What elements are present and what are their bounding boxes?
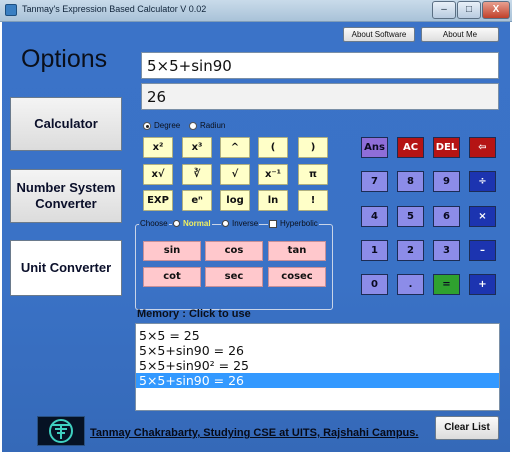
radian-label: Radiun (200, 121, 226, 130)
radian-radio[interactable]: Radiun (189, 121, 225, 130)
ln-button[interactable]: ln (258, 190, 288, 211)
memory-item[interactable]: 5×5 = 25 (136, 328, 499, 343)
digit-4-button[interactable]: 4 (361, 206, 388, 227)
degree-radio[interactable]: Degree (143, 121, 180, 130)
degree-label: Degree (154, 121, 181, 130)
normal-label: Normal (183, 219, 211, 228)
logo-emblem-icon (49, 419, 73, 443)
hyperbolic-label: Hyperbolic (280, 219, 318, 228)
about-software-button[interactable]: About Software (343, 27, 415, 42)
cube-button[interactable]: x³ (182, 137, 212, 158)
inverse-label: Inverse (232, 219, 259, 228)
hyperbolic-checkbox[interactable]: Hyperbolic (268, 219, 319, 228)
ans-button[interactable]: Ans (361, 137, 388, 158)
title-bar: Tanmay's Expression Based Calculator V 0… (0, 0, 512, 22)
square-button[interactable]: x² (143, 137, 173, 158)
digit-5-button[interactable]: 5 (397, 206, 424, 227)
close-button[interactable]: X (482, 1, 510, 19)
sidebar-item-unit-converter[interactable]: Unit Converter (10, 240, 122, 296)
normal-radio[interactable]: Normal (172, 219, 212, 228)
decimal-button[interactable]: . (397, 274, 424, 295)
cube-root-button[interactable]: ∛ (182, 164, 212, 185)
expression-input[interactable]: 5×5+sin90 (141, 52, 499, 79)
digit-8-button[interactable]: 8 (397, 171, 424, 192)
digit-3-button[interactable]: 3 (433, 240, 460, 261)
memory-label: Memory : Click to use (137, 308, 251, 320)
log-button[interactable]: log (220, 190, 250, 211)
open-paren-button[interactable]: ( (258, 137, 288, 158)
tan-button[interactable]: tan (268, 241, 326, 261)
clear-list-button[interactable]: Clear List (435, 416, 499, 440)
result-display: 26 (141, 83, 499, 110)
digit-2-button[interactable]: 2 (397, 240, 424, 261)
sin-button[interactable]: sin (143, 241, 201, 261)
sec-button[interactable]: sec (205, 267, 263, 287)
author-credit-link[interactable]: Tanmay Chakrabarty, Studying CSE at UITS… (90, 427, 418, 439)
radio-unselected-icon (222, 220, 229, 227)
sidebar-item-number-system-converter[interactable]: Number System Converter (10, 169, 122, 223)
radio-selected-icon (173, 220, 180, 227)
app-icon (5, 4, 17, 16)
multiply-button[interactable]: × (469, 206, 496, 227)
choose-text: Choose (140, 219, 168, 228)
nth-root-button[interactable]: x√ (143, 164, 173, 185)
power-button[interactable]: ^ (220, 137, 250, 158)
maximize-button[interactable]: □ (457, 1, 481, 19)
memory-item[interactable]: 5×5+sin90² = 25 (136, 358, 499, 373)
ac-button[interactable]: AC (397, 137, 424, 158)
pi-button[interactable]: π (298, 164, 328, 185)
digit-6-button[interactable]: 6 (433, 206, 460, 227)
digit-7-button[interactable]: 7 (361, 171, 388, 192)
square-root-button[interactable]: √ (220, 164, 250, 185)
about-me-button[interactable]: About Me (421, 27, 499, 42)
factorial-button[interactable]: ! (298, 190, 328, 211)
options-title: Options (21, 45, 108, 73)
backspace-button[interactable]: ⇦ (469, 137, 496, 158)
exp-button[interactable]: EXP (143, 190, 173, 211)
memory-item[interactable]: 5×5+sin90 = 26 (136, 343, 499, 358)
del-button[interactable]: DEL (433, 137, 460, 158)
reciprocal-button[interactable]: x⁻¹ (258, 164, 288, 185)
radio-unselected-icon (189, 121, 197, 130)
author-logo (37, 416, 85, 446)
sidebar-item-calculator[interactable]: Calculator (10, 97, 122, 151)
divide-button[interactable]: ÷ (469, 171, 496, 192)
memory-item-selected[interactable]: 5×5+sin90 = 26 (136, 373, 499, 388)
window-title: Tanmay's Expression Based Calculator V 0… (22, 4, 207, 14)
cosec-button[interactable]: cosec (268, 267, 326, 287)
minus-button[interactable]: – (469, 240, 496, 261)
checkbox-icon (269, 219, 277, 228)
cos-button[interactable]: cos (205, 241, 263, 261)
main-window: About Software About Me Options Calculat… (2, 22, 510, 452)
close-paren-button[interactable]: ) (298, 137, 328, 158)
digit-1-button[interactable]: 1 (361, 240, 388, 261)
minimize-button[interactable]: – (432, 1, 456, 19)
radio-selected-icon (143, 121, 151, 130)
e-power-button[interactable]: eⁿ (182, 190, 212, 211)
equals-button[interactable]: = (433, 274, 460, 295)
digit-0-button[interactable]: 0 (361, 274, 388, 295)
choose-label: Choose (139, 219, 169, 228)
cot-button[interactable]: cot (143, 267, 201, 287)
memory-list[interactable]: 5×5 = 25 5×5+sin90 = 26 5×5+sin90² = 25 … (135, 323, 500, 411)
plus-button[interactable]: + (469, 274, 496, 295)
inverse-radio[interactable]: Inverse (221, 219, 260, 228)
digit-9-button[interactable]: 9 (433, 171, 460, 192)
